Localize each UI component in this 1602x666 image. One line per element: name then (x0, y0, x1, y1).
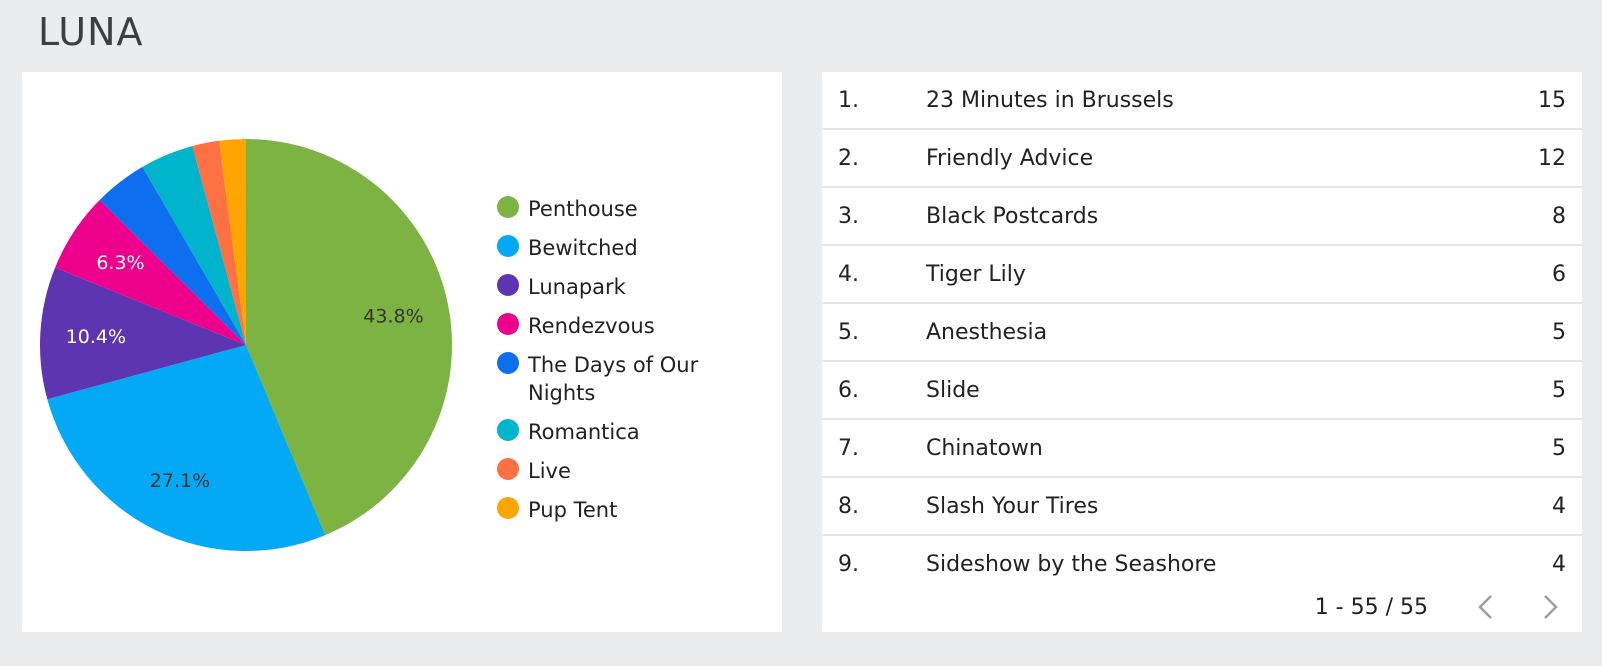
row-count: 15 (1538, 87, 1566, 113)
legend-item[interactable]: Rendezvous (497, 312, 767, 340)
slice-label: 43.8% (363, 305, 423, 327)
slice-label: 27.1% (150, 470, 210, 492)
row-count: 5 (1552, 377, 1566, 403)
row-name: Friendly Advice (926, 145, 1094, 171)
legend-label: The Days of Our Nights (528, 353, 699, 405)
row-index: 1. (838, 87, 859, 113)
legend-label: Romantica (528, 420, 640, 444)
row-count: 5 (1552, 435, 1566, 461)
pie-chart-card: 43.8% 27.1% 10.4% 6.3% Penthouse Bewitched Lu… (22, 72, 782, 632)
chevron-right-icon (1544, 595, 1558, 619)
slice-label: 6.3% (96, 252, 144, 274)
row-count: 4 (1552, 551, 1566, 577)
next-page-button[interactable] (1534, 590, 1568, 624)
prev-page-button[interactable] (1468, 590, 1502, 624)
legend-swatch (497, 274, 519, 296)
legend-item[interactable]: Live (497, 457, 767, 485)
row-name: Tiger Lily (926, 261, 1026, 287)
legend-swatch (497, 497, 519, 519)
legend-swatch (497, 352, 519, 374)
row-index: 2. (838, 145, 859, 171)
chevron-left-icon (1478, 595, 1492, 619)
row-index: 5. (838, 319, 859, 345)
table-row[interactable]: 4. Tiger Lily 6 (822, 246, 1582, 304)
row-index: 4. (838, 261, 859, 287)
row-count: 4 (1552, 493, 1566, 519)
page-title: LUNA (38, 10, 144, 54)
row-name: 23 Minutes in Brussels (926, 87, 1174, 113)
table-row[interactable]: 8. Slash Your Tires 4 (822, 478, 1582, 536)
legend-label: Penthouse (528, 197, 638, 221)
row-name: Sideshow by the Seashore (926, 551, 1217, 577)
legend-swatch (497, 196, 519, 218)
table-body: 1. 23 Minutes in Brussels 15 2. Friendly Adv… (822, 72, 1582, 594)
legend-label: Live (528, 459, 571, 483)
legend-item[interactable]: The Days of Our Nights (497, 351, 767, 407)
table-row[interactable]: 2. Friendly Advice 12 (822, 130, 1582, 188)
legend-item[interactable]: Penthouse (497, 195, 767, 223)
row-name: Black Postcards (926, 203, 1099, 229)
table-row[interactable]: 7. Chinatown 5 (822, 420, 1582, 478)
legend-label: Bewitched (528, 236, 638, 260)
row-index: 7. (838, 435, 859, 461)
row-name: Slide (926, 377, 980, 403)
legend-label: Lunapark (528, 275, 626, 299)
row-index: 6. (838, 377, 859, 403)
legend-item[interactable]: Romantica (497, 418, 767, 446)
row-count: 8 (1552, 203, 1566, 229)
table-row[interactable]: 1. 23 Minutes in Brussels 15 (822, 72, 1582, 130)
legend-item[interactable]: Pup Tent (497, 496, 767, 524)
legend-label: Pup Tent (528, 498, 618, 522)
legend-item[interactable]: Lunapark (497, 273, 767, 301)
row-count: 12 (1538, 145, 1566, 171)
legend-label: Rendezvous (528, 314, 655, 338)
table-row[interactable]: 5. Anesthesia 5 (822, 304, 1582, 362)
pagination-range: 1 - 55 / 55 (1314, 594, 1428, 620)
row-name: Anesthesia (926, 319, 1048, 345)
slice-label: 10.4% (66, 326, 126, 348)
legend-swatch (497, 313, 519, 335)
legend-swatch (497, 235, 519, 257)
row-count: 5 (1552, 319, 1566, 345)
row-index: 3. (838, 203, 859, 229)
pagination: 1 - 55 / 55 (822, 582, 1582, 632)
row-name: Chinatown (926, 435, 1043, 461)
chart-legend: Penthouse Bewitched Lunapark Rendezvous The … (497, 195, 767, 535)
table-row[interactable]: 6. Slide 5 (822, 362, 1582, 420)
legend-swatch (497, 419, 519, 441)
row-index: 8. (838, 493, 859, 519)
row-count: 6 (1552, 261, 1566, 287)
row-index: 9. (838, 551, 859, 577)
legend-item[interactable]: Bewitched (497, 234, 767, 262)
ranking-table: 1. 23 Minutes in Brussels 15 2. Friendly Adv… (822, 72, 1582, 632)
table-row[interactable]: 3. Black Postcards 8 (822, 188, 1582, 246)
row-name: Slash Your Tires (926, 493, 1099, 519)
legend-swatch (497, 458, 519, 480)
